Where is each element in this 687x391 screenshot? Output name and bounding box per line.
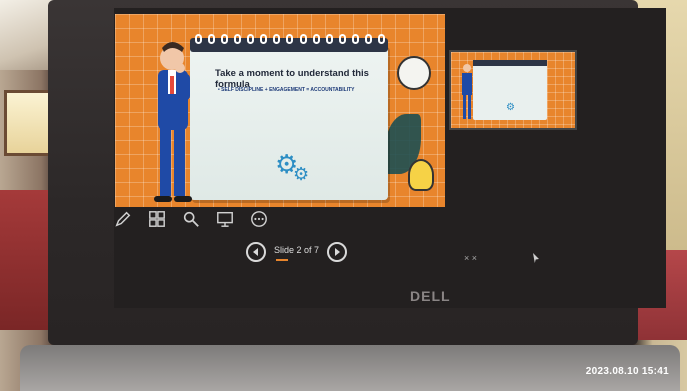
spiral-rings [195,34,385,44]
slides-grid-icon[interactable] [146,208,168,230]
presenter-toolbar [112,208,270,230]
zoom-icon[interactable] [180,208,202,230]
lightbulb-icon [408,159,434,191]
dell-logo: DELL [410,288,451,304]
chevron-left-icon [253,248,258,256]
pen-icon[interactable] [112,208,134,230]
thought-bubble [397,56,431,90]
thumbnail-gear-icon: ⚙ [506,102,515,113]
thumbnail-spiral [473,60,547,66]
laptop-base [20,345,680,391]
screen-glare-marks: × × [464,253,478,263]
next-slide-thumbnail[interactable]: ⚙ [449,50,577,130]
chevron-right-icon [335,248,341,256]
gear-small-icon: ⚙ [293,164,310,184]
slide-navigation: Slide 2 of 7 [246,242,348,262]
current-slide[interactable]: Take a moment to understand this formula… [115,14,445,207]
thumbnail-person-illustration [462,64,472,119]
screen-icon[interactable] [214,208,236,230]
previous-slide-button[interactable] [246,242,266,262]
next-slide-button[interactable] [327,242,348,262]
photo-timestamp: 2023.08.10 15:41 [585,366,669,377]
slide-counter: Slide 2 of 7 [274,245,319,261]
more-options-icon[interactable] [248,208,270,230]
thinking-man-illustration [154,42,192,202]
slide-bullet: • SELF DISCIPLINE + ENGAGEMENT = ACCOUNT… [218,87,355,93]
